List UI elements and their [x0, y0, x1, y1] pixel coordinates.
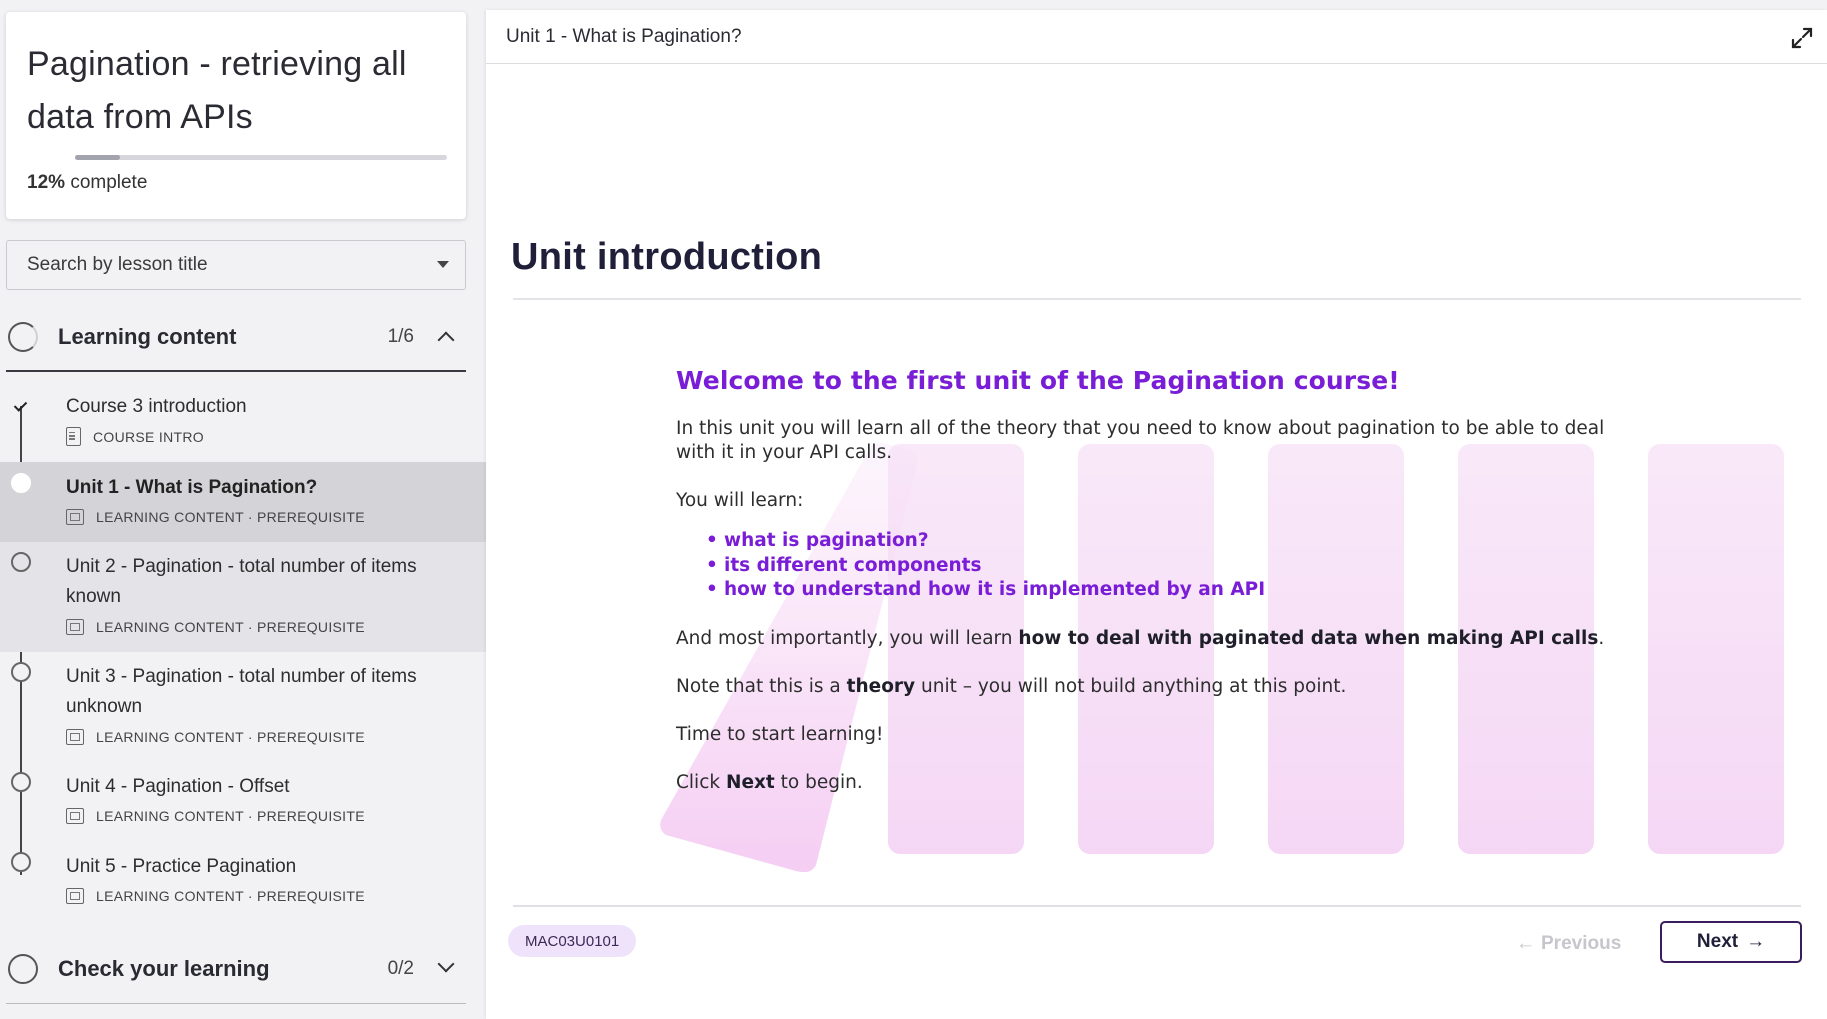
slides-icon: [66, 808, 84, 824]
welcome-heading: Welcome to the first unit of the Paginat…: [676, 366, 1400, 395]
lesson-title: Unit 3 - Pagination - total number of it…: [66, 666, 417, 717]
lesson-meta-text: COURSE INTRO: [93, 428, 204, 445]
lesson-status-circle-icon: [11, 852, 31, 872]
section-check-your-learning[interactable]: Check your learning 0/2: [6, 942, 466, 996]
search-input[interactable]: [27, 254, 427, 276]
arrow-right-icon: →: [1746, 931, 1766, 952]
lesson-title: Unit 5 - Practice Pagination: [66, 856, 297, 877]
lesson-status-circle-icon: [11, 772, 31, 792]
check-icon: [11, 397, 31, 417]
footer-divider: [513, 905, 1801, 907]
bold-text: theory: [846, 675, 916, 697]
section-progress-ring-icon: [8, 954, 38, 984]
lesson-meta: LEARNING CONTENT · PREREQUISITE: [66, 808, 365, 824]
text-span: Click: [676, 771, 726, 793]
list-item: what is pagination?: [706, 529, 1636, 554]
progress-bar-fill: [75, 155, 120, 160]
lesson-title: Unit 1 - What is Pagination?: [66, 477, 318, 498]
section-title: Learning content: [58, 324, 237, 349]
section-divider: [6, 1003, 466, 1004]
time-to-start-paragraph: Time to start learning!: [676, 723, 884, 745]
lesson-meta: LEARNING CONTENT · PREREQUISITE: [66, 509, 365, 525]
text-span: And most importantly, you will learn: [676, 627, 1019, 649]
text-span: unit – you will not build anything at th…: [915, 675, 1347, 697]
previous-label: Previous: [1541, 933, 1622, 954]
chevron-up-icon[interactable]: [437, 331, 455, 349]
lesson-body: Welcome to the first unit of the Paginat…: [676, 366, 1636, 819]
note-paragraph: Note that this is a theory unit – you wi…: [676, 675, 1636, 699]
you-will-learn-label: You will learn:: [676, 490, 804, 511]
bold-text: how to deal with paginated data when mak…: [1018, 627, 1599, 649]
lesson-meta: LEARNING CONTENT · PREREQUISITE: [66, 888, 365, 904]
progress-bar: [75, 155, 447, 160]
lesson-topbar-title: Unit 1 - What is Pagination?: [506, 25, 742, 47]
slides-icon: [66, 509, 84, 525]
progress-suffix: complete: [70, 172, 148, 193]
section-count: 0/2: [387, 958, 414, 979]
lesson-meta-text: LEARNING CONTENT · PREREQUISITE: [96, 888, 365, 904]
section-title: Check your learning: [58, 956, 270, 981]
lesson-title: Unit 4 - Pagination - Offset: [66, 776, 290, 797]
lesson-meta: LEARNING CONTENT · PREREQUISITE: [66, 619, 365, 635]
learning-bullets: what is pagination? its different compon…: [706, 529, 1636, 603]
slides-icon: [66, 729, 84, 745]
click-next-paragraph: Click Next to begin.: [676, 771, 1636, 795]
progress-text: 12% complete: [27, 172, 147, 194]
sidebar: Pagination - retrieving all data from AP…: [0, 0, 486, 1019]
lesson-meta-text: LEARNING CONTENT · PREREQUISITE: [96, 729, 365, 745]
lesson-meta-text: LEARNING CONTENT · PREREQUISITE: [96, 619, 365, 635]
heading-divider: [513, 298, 1801, 300]
lesson-title: Course 3 introduction: [66, 396, 247, 417]
current-lesson-dot-icon: [11, 473, 31, 493]
slides-icon: [66, 619, 84, 635]
course-title: Pagination - retrieving all data from AP…: [27, 45, 407, 136]
course-progress-card: Pagination - retrieving all data from AP…: [6, 12, 466, 219]
lesson-list: Course 3 introduction COURSE INTRO Unit …: [0, 375, 486, 932]
lesson-item-course-intro[interactable]: Course 3 introduction COURSE INTRO: [0, 375, 486, 462]
text-span: Note that this is a: [676, 675, 847, 697]
lesson-status-circle-icon: [11, 552, 31, 572]
lesson-item-unit-1[interactable]: Unit 1 - What is Pagination? LEARNING CO…: [0, 462, 486, 542]
section-progress-ring-icon: [8, 322, 38, 352]
section-count: 1/6: [387, 326, 414, 347]
next-button[interactable]: Next →: [1660, 921, 1802, 963]
lesson-item-unit-4[interactable]: Unit 4 - Pagination - Offset LEARNING CO…: [0, 762, 486, 842]
lesson-meta-text: LEARNING CONTENT · PREREQUISITE: [96, 808, 365, 824]
lesson-item-unit-2[interactable]: Unit 2 - Pagination - total number of it…: [0, 542, 486, 652]
lesson-meta-text: LEARNING CONTENT · PREREQUISITE: [96, 509, 365, 525]
list-item: how to understand how it is implemented …: [706, 578, 1636, 603]
section-divider: [6, 370, 466, 372]
lesson-panel: Unit 1 - What is Pagination? Unit introd…: [486, 10, 1827, 1019]
lesson-meta: LEARNING CONTENT · PREREQUISITE: [66, 729, 365, 745]
most-importantly-paragraph: And most importantly, you will learn how…: [676, 627, 1636, 651]
section-learning-content[interactable]: Learning content 1/6: [6, 310, 466, 364]
lesson-status-circle-icon: [11, 662, 31, 682]
expand-fullscreen-icon[interactable]: [1789, 25, 1815, 51]
intro-paragraph: In this unit you will learn all of the t…: [676, 418, 1605, 463]
bold-text: Next: [725, 771, 775, 793]
lesson-topbar: Unit 1 - What is Pagination?: [486, 10, 1827, 64]
next-label: Next: [1696, 931, 1739, 952]
previous-button[interactable]: ← Previous: [1516, 926, 1621, 962]
dropdown-caret-icon[interactable]: [437, 261, 449, 268]
lesson-item-unit-3[interactable]: Unit 3 - Pagination - total number of it…: [0, 652, 486, 762]
unit-heading: Unit introduction: [511, 236, 823, 278]
lesson-content: Welcome to the first unit of the Paginat…: [656, 360, 1786, 880]
lesson-meta: COURSE INTRO: [66, 427, 204, 446]
text-span: to begin.: [774, 771, 863, 793]
document-icon: [66, 427, 81, 446]
lesson-search[interactable]: [6, 240, 466, 290]
lesson-item-unit-5[interactable]: Unit 5 - Practice Pagination LEARNING CO…: [0, 842, 486, 932]
unit-code-badge: MAC03U0101: [508, 925, 637, 957]
text-span: .: [1598, 627, 1605, 649]
lesson-title: Unit 2 - Pagination - total number of it…: [66, 556, 417, 607]
chevron-down-icon[interactable]: [437, 955, 455, 973]
progress-percent: 12%: [27, 172, 66, 193]
arrow-left-icon: ←: [1516, 933, 1535, 954]
slides-icon: [66, 888, 84, 904]
list-item: its different components: [706, 554, 1636, 579]
